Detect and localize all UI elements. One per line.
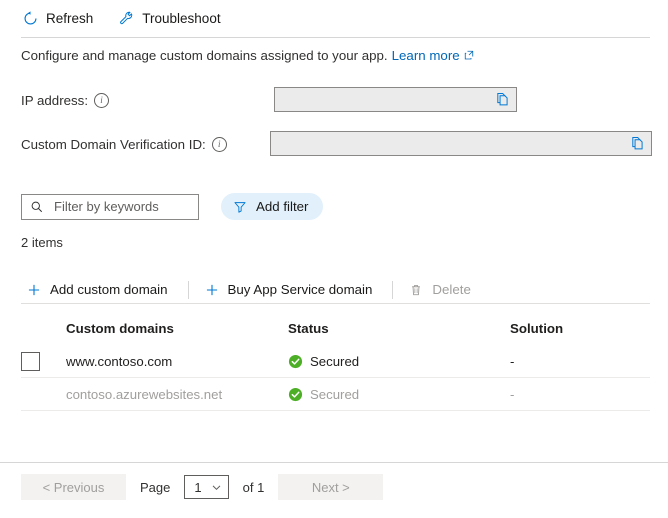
previous-page-button: < Previous	[21, 474, 126, 500]
buy-app-service-domain-label: Buy App Service domain	[228, 282, 373, 297]
cell-solution: -	[510, 387, 650, 402]
refresh-icon	[23, 11, 38, 26]
wrench-icon	[119, 11, 134, 26]
info-icon[interactable]: i	[94, 93, 109, 108]
copy-icon[interactable]	[628, 134, 647, 153]
toolbar-divider	[21, 37, 650, 38]
troubleshoot-label: Troubleshoot	[142, 11, 220, 26]
column-header-solution: Solution	[510, 321, 650, 336]
verification-id-field[interactable]	[270, 131, 652, 156]
copy-icon[interactable]	[493, 90, 512, 109]
page-total-label: of 1	[243, 480, 265, 495]
table-toolbar: Add custom domain Buy App Service domain…	[21, 276, 481, 303]
delete-button: Delete	[403, 278, 480, 301]
add-filter-label: Add filter	[256, 199, 308, 214]
cell-solution: -	[510, 354, 650, 369]
custom-domains-table: Custom domains Status Solution www.conto…	[21, 312, 650, 411]
info-icon[interactable]: i	[212, 137, 227, 152]
verification-id-row: Custom Domain Verification ID: i	[21, 132, 227, 156]
toolbar-separator	[188, 281, 189, 299]
search-box[interactable]	[21, 194, 199, 220]
column-header-status: Status	[288, 321, 510, 336]
verification-id-label: Custom Domain Verification ID:	[21, 137, 206, 152]
page-label: Page	[140, 480, 170, 495]
search-input[interactable]	[52, 198, 198, 215]
filter-bar: Add filter	[21, 193, 323, 220]
table-row[interactable]: www.contoso.com Secured -	[21, 345, 650, 378]
buy-app-service-domain-button[interactable]: Buy App Service domain	[199, 278, 383, 301]
add-filter-button[interactable]: Add filter	[221, 193, 323, 220]
check-circle-icon	[288, 354, 303, 369]
cell-status: Secured	[288, 387, 510, 402]
add-custom-domain-button[interactable]: Add custom domain	[21, 278, 178, 301]
ip-address-field[interactable]	[274, 87, 517, 112]
items-count: 2 items	[21, 235, 63, 250]
cell-domain: contoso.azurewebsites.net	[66, 387, 288, 402]
command-bar: Refresh Troubleshoot	[0, 0, 668, 37]
verification-id-label-group: Custom Domain Verification ID: i	[21, 137, 227, 152]
page-description: Configure and manage custom domains assi…	[21, 48, 474, 63]
ip-address-label: IP address:	[21, 93, 88, 108]
table-header-row: Custom domains Status Solution	[21, 312, 650, 345]
cell-status: Secured	[288, 354, 510, 369]
table-row[interactable]: contoso.azurewebsites.net Secured -	[21, 378, 650, 411]
learn-more-link[interactable]: Learn more	[392, 48, 474, 63]
description-text: Configure and manage custom domains assi…	[21, 48, 388, 63]
refresh-label: Refresh	[46, 11, 93, 26]
plus-icon	[205, 283, 219, 297]
next-page-button: Next >	[278, 474, 383, 500]
search-icon	[30, 200, 44, 214]
toolbar-separator	[392, 281, 393, 299]
column-header-custom-domains: Custom domains	[66, 321, 288, 336]
status-label: Secured	[310, 354, 359, 369]
page-select-value: 1	[194, 480, 201, 495]
row-checkbox-cell	[21, 352, 66, 371]
troubleshoot-button[interactable]: Troubleshoot	[117, 8, 222, 29]
row-checkbox[interactable]	[21, 352, 40, 371]
cell-domain: www.contoso.com	[66, 354, 288, 369]
learn-more-label: Learn more	[392, 48, 460, 63]
delete-label: Delete	[432, 282, 470, 297]
trash-icon	[409, 283, 423, 297]
plus-icon	[27, 283, 41, 297]
ip-address-label-group: IP address: i	[21, 93, 109, 108]
refresh-button[interactable]: Refresh	[21, 8, 95, 29]
external-link-icon	[464, 50, 474, 60]
footer-divider	[0, 462, 668, 463]
page-select[interactable]: 1	[184, 475, 228, 499]
check-circle-icon	[288, 387, 303, 402]
chevron-down-icon	[211, 482, 222, 493]
ip-address-row: IP address: i	[21, 88, 109, 112]
add-custom-domain-label: Add custom domain	[50, 282, 168, 297]
pagination: < Previous Page 1 of 1 Next >	[21, 474, 383, 500]
status-label: Secured	[310, 387, 359, 402]
table-toolbar-divider	[21, 303, 650, 304]
funnel-icon	[233, 200, 247, 214]
